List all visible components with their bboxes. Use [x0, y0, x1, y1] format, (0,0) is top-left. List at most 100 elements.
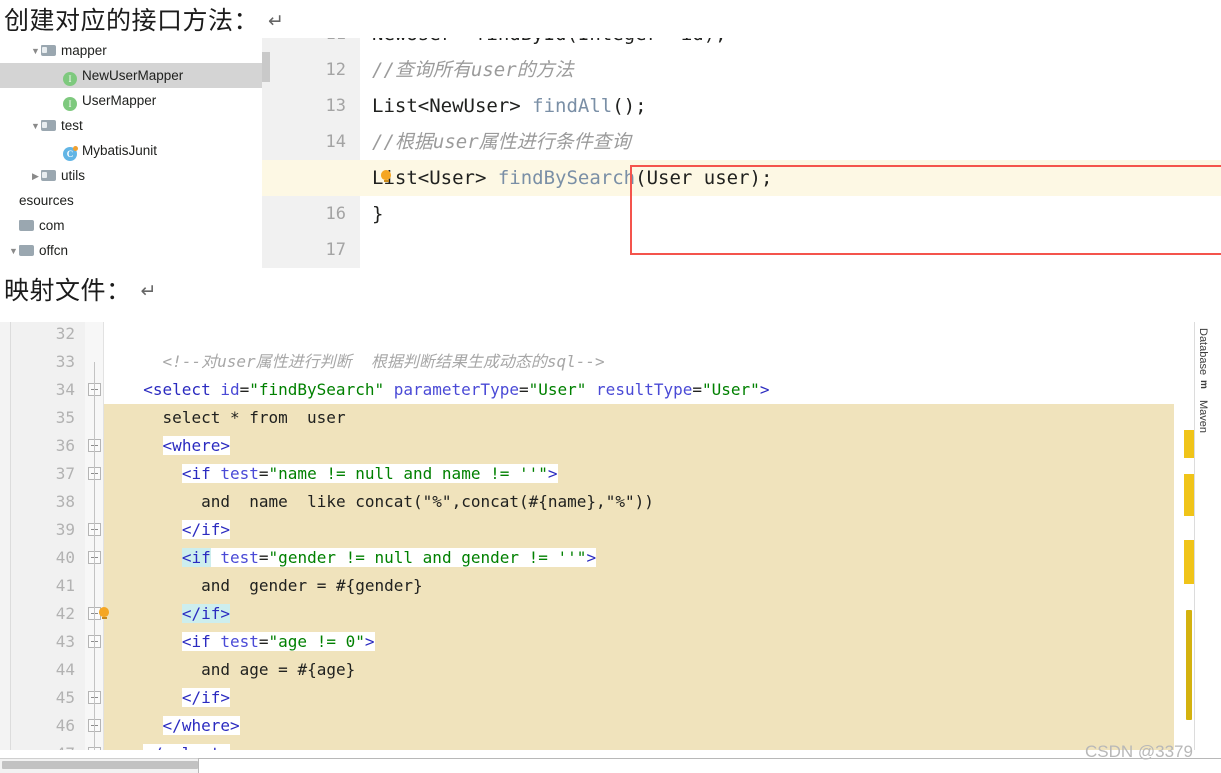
tree-item-label: com — [39, 218, 65, 233]
java-editor-left-scrollbar-thumb[interactable] — [262, 52, 270, 82]
tool-window-tab-database[interactable]: Database — [1197, 328, 1209, 375]
scrollbar-marker[interactable] — [1184, 474, 1194, 516]
page-title-interface-section: 创建对应的接口方法： ↵ — [4, 1, 284, 37]
code-line[interactable]: <if test="age != 0"> — [181, 628, 375, 656]
tree-item-test[interactable]: ▼ test — [0, 113, 262, 138]
java-editor-left-scrollbar-track[interactable] — [262, 38, 270, 268]
xml-editor-vertical-scrollbar[interactable] — [1184, 322, 1194, 750]
line-number: 13 — [325, 96, 346, 116]
code-token: <where> — [162, 436, 230, 455]
project-tree-panel[interactable]: ▼ mapper I NewUserMapper I UserMapper ▼ test C My… — [0, 38, 262, 268]
code-line[interactable]: <if test="gender != null and gender != '… — [181, 544, 597, 572]
folder-icon — [41, 119, 56, 131]
horizontal-scrollbar-thumb[interactable] — [2, 761, 198, 769]
class-icon: C — [63, 146, 78, 161]
java-editor-code[interactable]: NewUser findById(Integer id); //查询所有user的… — [360, 38, 1221, 268]
xml-editor-gutter[interactable]: 32 33 34 35 36 37 38 39 40 41 42 43 44 45 46 47 — [11, 322, 85, 750]
code-token — [586, 380, 597, 399]
scrollbar-marker[interactable] — [1184, 430, 1194, 458]
code-line[interactable]: List<User> findBySearch(User user); — [372, 160, 772, 196]
code-line[interactable]: </select> — [143, 740, 230, 750]
code-line[interactable]: List<NewUser> findAll(); — [372, 88, 647, 124]
code-line[interactable]: </if> — [181, 600, 230, 628]
code-token: "User" — [702, 380, 760, 399]
code-line[interactable]: and gender = #{gender} — [201, 572, 423, 600]
tree-item-label: test — [61, 118, 83, 133]
line-number: 39 — [55, 520, 75, 539]
code-line[interactable]: <select id="findBySearch" parameterType=… — [143, 376, 770, 404]
code-token: test — [220, 548, 259, 567]
code-line[interactable]: </if> — [181, 684, 230, 712]
code-token: </where> — [162, 716, 240, 735]
right-tool-window-bar[interactable]: Database Maven m — [1194, 322, 1221, 750]
code-line[interactable]: select * from user — [163, 404, 346, 432]
tree-item-label: utils — [61, 168, 86, 183]
chevron-down-icon[interactable]: ▼ — [30, 264, 41, 268]
tree-item-usermapper[interactable]: I UserMapper — [0, 88, 262, 113]
code-line[interactable]: } — [372, 196, 383, 232]
line-number: 33 — [55, 352, 75, 371]
folder-icon — [19, 244, 34, 256]
code-token: select * from user — [162, 408, 346, 427]
line-number: 32 — [55, 324, 75, 343]
fold-connector-line — [94, 362, 95, 750]
chevron-right-icon[interactable]: ▶ — [30, 164, 41, 189]
code-line[interactable]: and name like concat("%",concat(#{name},… — [201, 488, 654, 516]
watermark-text: CSDN @3379 — [1085, 742, 1193, 761]
code-token: <!--对user属性进行判断 根据判断结果生成动态的sql--> — [162, 352, 605, 371]
lightbulb-icon[interactable] — [380, 170, 392, 185]
code-line[interactable]: <if test="name != null and name != ''"> — [181, 460, 558, 488]
tree-item-label: UserMapper — [82, 93, 157, 108]
bottom-panel-edge — [198, 758, 1221, 773]
code-line[interactable]: //根据user属性进行条件查询 — [372, 124, 631, 160]
tree-item-offcn[interactable]: ▼ offcn — [0, 238, 262, 263]
tree-item-newusermapper[interactable]: I NewUserMapper — [0, 63, 262, 88]
scrollbar-marker[interactable] — [1184, 540, 1194, 584]
code-token: findAll — [532, 95, 613, 117]
code-token: = — [258, 632, 269, 651]
tree-item-mybatisjunit[interactable]: C MybatisJunit — [0, 138, 262, 163]
lightbulb-icon[interactable] — [98, 607, 110, 622]
tree-item-utils[interactable]: ▶ utils — [0, 163, 262, 188]
code-line[interactable]: <where> — [162, 432, 230, 460]
code-line[interactable]: <!--对user属性进行判断 根据判断结果生成动态的sql--> — [163, 348, 605, 376]
left-tool-window-strip[interactable] — [0, 322, 11, 750]
java-editor-gutter[interactable]: 11121314151617 — [270, 38, 360, 268]
tool-window-tab-maven[interactable]: Maven — [1197, 400, 1209, 433]
line-number: 37 — [55, 464, 75, 483]
code-token: <if — [181, 548, 211, 567]
code-line[interactable]: </where> — [162, 712, 240, 740]
interface-icon: I — [63, 97, 77, 111]
code-token: "User" — [528, 380, 587, 399]
code-line[interactable]: and age = #{age} — [201, 656, 355, 684]
chevron-down-icon[interactable]: ▼ — [30, 39, 41, 64]
chevron-down-icon[interactable]: ▼ — [30, 114, 41, 139]
line-number: 43 — [55, 632, 75, 651]
chevron-down-icon[interactable]: ▼ — [8, 239, 19, 264]
folder-icon — [41, 169, 56, 181]
tree-item-mapper[interactable]: ▼mapper — [0, 263, 262, 268]
code-line[interactable]: </if> — [181, 516, 230, 544]
xml-editor-panel[interactable]: 32 33 34 35 36 37 38 39 40 41 42 43 44 45 46 47 <!--对us… — [0, 322, 1221, 750]
xml-editor-code[interactable]: <!--对user属性进行判断 根据判断结果生成动态的sql--> <select… — [104, 322, 1174, 750]
tree-item-esources[interactable]: esources — [0, 188, 262, 213]
code-token: <select — [143, 380, 221, 399]
folder-icon — [41, 44, 56, 56]
page-title-mapping-section: 映射文件： ↵ — [4, 271, 157, 307]
code-token: > — [586, 548, 597, 567]
code-token: = — [258, 548, 269, 567]
code-token: > — [547, 464, 558, 483]
code-line[interactable]: NewUser findById(Integer id); — [372, 38, 727, 52]
line-number: 44 — [55, 660, 75, 679]
code-line[interactable]: //查询所有user的方法 — [372, 52, 574, 88]
tree-item-com[interactable]: com — [0, 213, 262, 238]
vertical-scrollbar-thumb[interactable] — [1186, 610, 1192, 720]
code-token — [384, 380, 394, 399]
line-number: 17 — [325, 240, 346, 260]
line-number: 47 — [15, 740, 75, 750]
java-editor-panel[interactable]: 11121314151617 NewUser findById(Integer … — [262, 38, 1221, 268]
line-number: 16 — [325, 204, 346, 224]
tree-item-mapper[interactable]: ▼mapper — [0, 38, 262, 63]
code-token: parameterType — [393, 380, 519, 399]
code-token: and age = #{age} — [201, 660, 356, 679]
